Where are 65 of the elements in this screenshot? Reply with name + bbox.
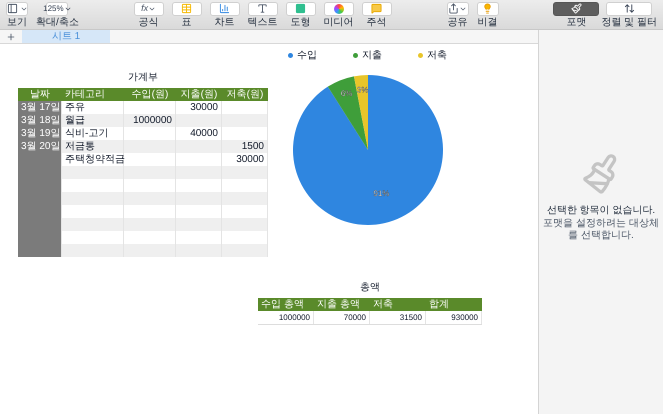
square-icon	[295, 3, 306, 14]
slice-label: 6%	[340, 89, 352, 98]
table-icon	[181, 3, 192, 14]
sort-icon	[624, 3, 635, 14]
toolbar-label: 텍스트	[248, 16, 278, 28]
column-header: 수입 총액	[260, 298, 305, 311]
share-button[interactable]	[446, 2, 469, 16]
column-header: 저축(원)	[226, 88, 264, 101]
table-cell: 1000000	[258, 311, 314, 324]
table-cell: 3월 18일	[18, 114, 62, 127]
column-header: 합계	[428, 298, 450, 311]
slice-label: 91%	[372, 189, 389, 198]
toolbar-label: 보기	[7, 16, 27, 28]
photo-icon	[334, 4, 344, 14]
paintbrush-icon	[570, 3, 582, 14]
chart-button[interactable]	[210, 2, 240, 16]
add-icon	[6, 32, 16, 42]
toolbar-label: 포맷	[566, 16, 586, 28]
table-cell: 70000	[314, 311, 370, 324]
toolbar-label: 차트	[214, 16, 235, 28]
column-header: 날짜	[29, 88, 51, 101]
legend-label: 지출	[362, 49, 382, 63]
toolbar-label: 주석	[366, 16, 387, 28]
toolbar-label: 미디어	[324, 16, 354, 28]
column-header: 지출 총액	[316, 298, 361, 311]
toolbar-label: 도형	[290, 16, 311, 28]
table-cell: 31500	[370, 311, 426, 324]
comment-icon	[371, 3, 382, 14]
column-header: 지출(원)	[180, 88, 218, 101]
sort-button[interactable]	[606, 2, 652, 16]
table-cell: 3월 20일	[18, 140, 62, 153]
view-button[interactable]	[6, 2, 28, 16]
format-button[interactable]	[553, 2, 600, 16]
table-cell: 3월 19일	[18, 127, 62, 140]
table-cell: 930000	[426, 311, 482, 324]
lightbulb-icon	[482, 3, 494, 14]
legend-label: 수입	[297, 49, 317, 63]
text-button[interactable]	[248, 2, 278, 16]
share-icon	[448, 3, 460, 14]
empty-message: 선택한 항목이 없습니다.	[546, 204, 656, 218]
empty-hint: 포맷을 설정하려는 대상체를 선택합니다.	[542, 218, 660, 242]
legend-label: 저축	[427, 49, 447, 63]
table-title: 총액	[360, 281, 380, 295]
tips-button[interactable]	[476, 2, 499, 16]
formula-glyph: fx	[141, 2, 148, 15]
toolbar-label: 확대/축소	[36, 16, 79, 28]
column-header: 저축	[372, 298, 394, 311]
table-cell: 3월 17일	[18, 101, 62, 114]
bar-chart-icon	[219, 3, 230, 14]
formula-button[interactable]: fx	[134, 2, 164, 16]
media-button[interactable]	[324, 2, 354, 16]
text-icon	[257, 3, 268, 14]
slice-label: 3%	[356, 85, 368, 94]
toolbar-label: 공식	[138, 16, 159, 28]
sidebar-icon	[6, 3, 18, 14]
zoom-value: 125%	[43, 2, 64, 14]
shape-button[interactable]	[286, 2, 316, 16]
column-header: 카테고리	[64, 88, 106, 101]
column-header: 수입(원)	[130, 88, 170, 101]
toolbar-label: 정렬 및 필터	[601, 16, 658, 28]
zoom-button[interactable]: 125%	[46, 2, 68, 16]
toolbar-label: 표	[182, 16, 192, 28]
toolbar-label: 공유	[448, 16, 468, 28]
table-title: 가계부	[128, 71, 158, 85]
toolbar-label: 비결	[478, 16, 498, 28]
